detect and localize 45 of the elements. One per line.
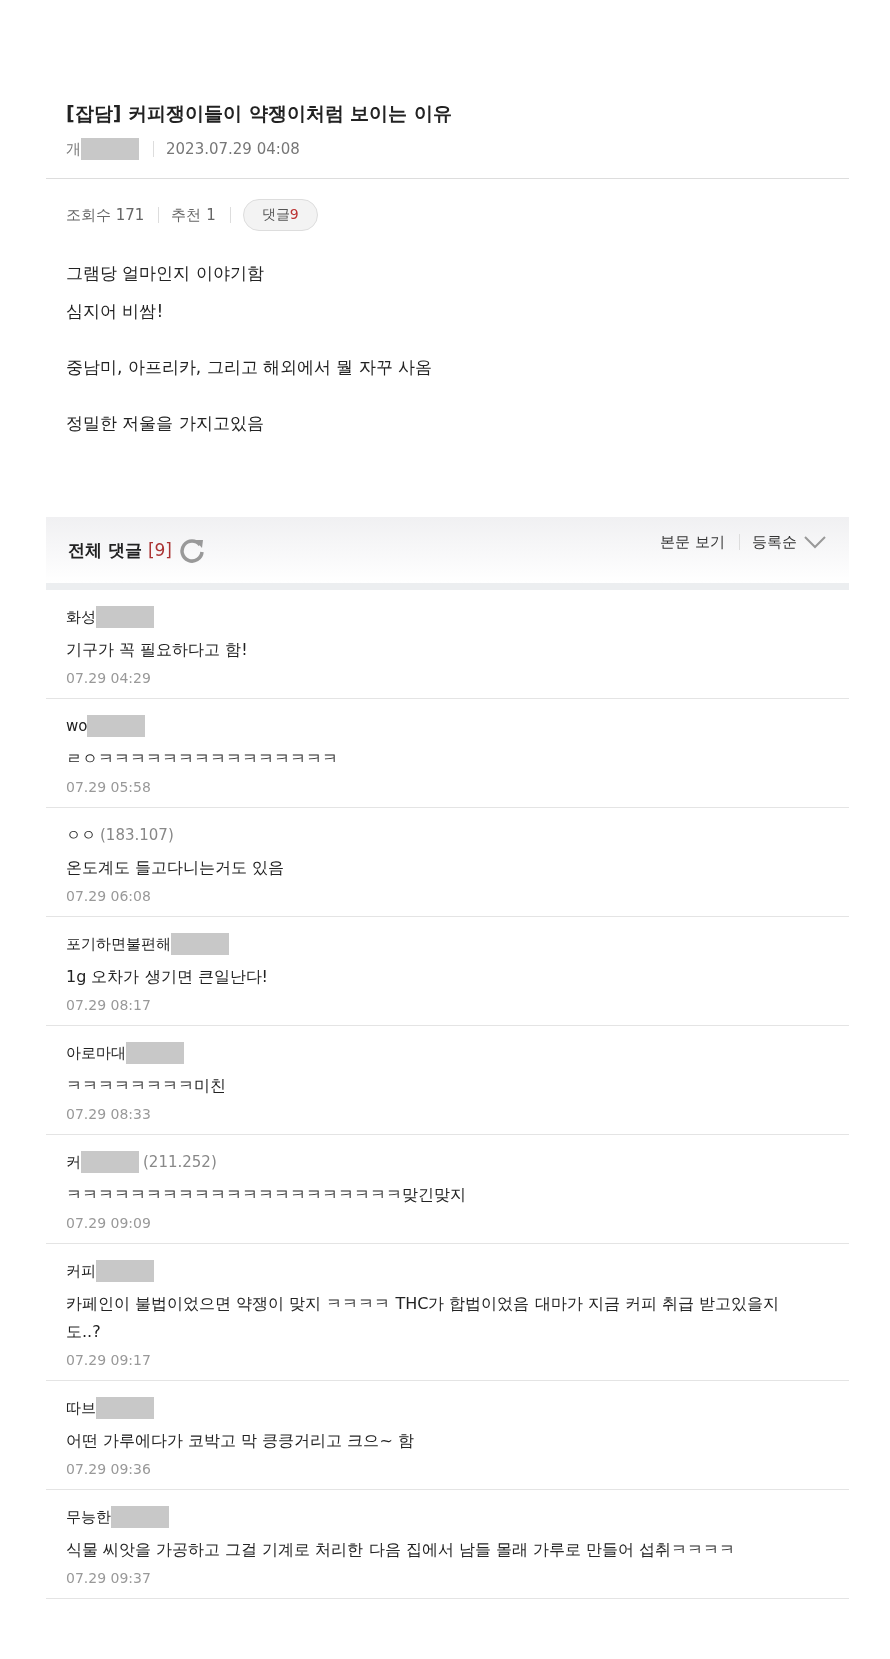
- comment-text: 카페인이 불법이었으면 약쟁이 맞지 ㅋㅋㅋㅋ THC가 합법이었음 대마가 지금 커피 취급 받고있을지도..?: [66, 1293, 780, 1343]
- stat-text: 조회수 171: [66, 205, 145, 225]
- sort-dropdown[interactable]: 등록순: [752, 532, 827, 552]
- comments-title: 전체 댓글: [68, 538, 142, 562]
- body-text: 그램당 얼마인지 이야기함: [66, 262, 265, 285]
- comment-ip: (183.107): [100, 826, 174, 844]
- comment-text: ㅋㅋㅋㅋㅋㅋㅋㅋ미친: [66, 1075, 227, 1097]
- comment-text: ㄹㅇㅋㅋㅋㅋㅋㅋㅋㅋㅋㅋㅋㅋㅋㅋㅋ: [66, 748, 339, 770]
- comment-time: 07.29 06:08: [66, 888, 152, 904]
- comment-time: 07.29 04:29: [66, 670, 152, 686]
- comment-author: 무능한: [66, 1507, 111, 1527]
- comment-count-button[interactable]: 댓글9: [242, 199, 318, 231]
- body-text: 정밀한 저울을 가지고있음: [66, 412, 265, 435]
- post-date: 2023.07.29 04:08: [166, 140, 300, 158]
- comment-time: 07.29 08:17: [66, 997, 152, 1013]
- comment-author: ㅇㅇ: [66, 825, 96, 845]
- comment-time: 07.29 08:33: [66, 1106, 152, 1122]
- comment-text: ㅋㅋㅋㅋㅋㅋㅋㅋㅋㅋㅋㅋㅋㅋㅋㅋㅋㅋㅋㅋㅋ맞긴맞지: [66, 1184, 467, 1206]
- comment-text: 온도계도 들고다니는거도 있음: [66, 857, 286, 879]
- comment-text: 기구가 꼭 필요하다고 함!: [66, 639, 249, 661]
- refresh-icon[interactable]: [178, 536, 206, 564]
- stat-text: 추천 1: [171, 205, 216, 225]
- comment-text: 1g 오차가 생기면 큰일난다!: [66, 966, 269, 988]
- comment-ip: (211.252): [143, 1153, 217, 1171]
- comment-time: 07.29 09:36: [66, 1461, 152, 1477]
- view-post-button[interactable]: 본문 보기: [660, 532, 725, 552]
- post-title: [잡담] 커피쟁이들이 약쟁이처럼 보이는 이유: [66, 101, 453, 126]
- comment-time: 07.29 05:58: [66, 779, 152, 795]
- comment-author: wo: [66, 717, 88, 735]
- comment-time: 07.29 09:37: [66, 1570, 152, 1586]
- comment-text: 식물 씨앗을 가공하고 그걸 기계로 처리한 다음 집에서 남들 몰래 가루로 만들어 섭취ㅋㅋㅋㅋ: [66, 1539, 737, 1561]
- comment-author: 아로마대: [66, 1043, 126, 1063]
- comment-text: 어떤 가루에다가 코박고 막 킁킁거리고 크으~ 함: [66, 1430, 415, 1452]
- chevron-down-icon: [803, 535, 827, 549]
- comment-author: 따브: [66, 1398, 96, 1418]
- comment-author: 포기하면불편해: [66, 934, 171, 954]
- comment-author: 커: [66, 1152, 81, 1172]
- comment-time: 07.29 09:17: [66, 1352, 152, 1368]
- author-name: 개: [66, 139, 81, 159]
- comment-count: [9]: [147, 540, 172, 560]
- body-text: 심지어 비쌈!: [66, 300, 165, 323]
- comment-time: 07.29 09:09: [66, 1215, 152, 1231]
- comment-author: 화성: [66, 607, 96, 627]
- comment-author: 커피: [66, 1261, 96, 1281]
- body-text: 중남미, 아프리카, 그리고 해외에서 뭘 자꾸 사옴: [66, 356, 434, 379]
